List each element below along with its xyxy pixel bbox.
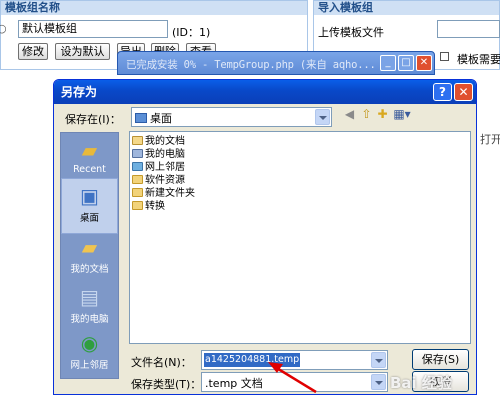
red-arrow-line (274, 365, 317, 394)
watermark: Bai 经验 (390, 374, 452, 392)
annotation-overlay (268, 362, 317, 394)
